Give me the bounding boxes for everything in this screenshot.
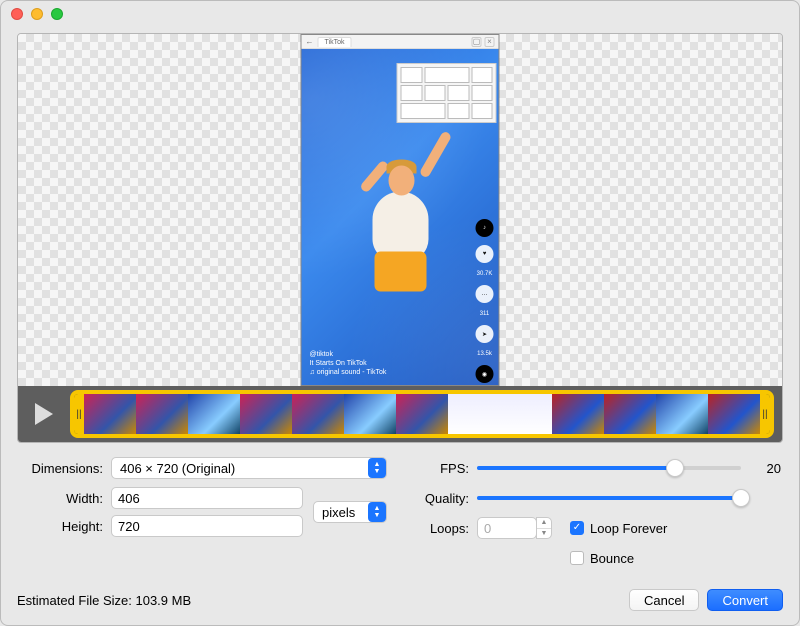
loops-label: Loops:: [413, 521, 477, 536]
loop-forever-checkbox[interactable]: Loop Forever: [570, 521, 667, 536]
fps-slider[interactable]: [477, 457, 741, 479]
comment-icon: …: [476, 285, 494, 303]
loops-field: [477, 517, 537, 539]
preview-video-body: ♪ ♥ 30.7K … 311 ➤ 13.5k ◉ @tiktok It Sta…: [302, 49, 499, 385]
play-button[interactable]: [18, 386, 70, 442]
bounce-label: Bounce: [590, 551, 634, 566]
preview-tab-label: TikTok: [318, 37, 352, 47]
file-size-estimate: Estimated File Size: 103.9 MB: [17, 593, 191, 608]
preview-window-chrome: ← TikTok ▢ ×: [302, 35, 499, 49]
minimize-window-button[interactable]: [31, 8, 43, 20]
timeline-bar: || ||: [18, 386, 782, 442]
close-icon: ×: [485, 37, 495, 47]
comment-count: 311: [480, 311, 490, 317]
fps-value: 20: [741, 461, 781, 476]
heart-icon: ♥: [476, 245, 494, 263]
width-label: Width:: [19, 491, 111, 506]
quality-slider[interactable]: [477, 487, 741, 509]
width-field[interactable]: [111, 487, 303, 509]
dimensions-label: Dimensions:: [19, 461, 111, 476]
dimensions-panel: Dimensions: ▲▼ Width: Height: ▲▼: [19, 457, 387, 577]
thumbnail: [396, 394, 448, 434]
thumbnail: [656, 394, 708, 434]
trim-handle-left[interactable]: ||: [74, 394, 84, 434]
trim-handle-right[interactable]: ||: [760, 394, 770, 434]
video-meta: @tiktok It Starts On TikTok ♫ original s…: [310, 350, 387, 377]
thumbnail: [448, 394, 500, 434]
dimensions-select[interactable]: [111, 457, 387, 479]
cancel-button[interactable]: Cancel: [629, 589, 699, 611]
height-label: Height:: [19, 519, 111, 534]
output-panel: FPS: 20 Quality: Loops: ▲▼ Loop Fore: [413, 457, 781, 577]
timeline-clip[interactable]: || ||: [70, 390, 774, 438]
thumbnail: [188, 394, 240, 434]
height-field[interactable]: [111, 515, 303, 537]
video-subject: [350, 132, 450, 322]
snap-layout-panel: [397, 63, 497, 123]
preview-frame: ← TikTok ▢ × ♪ ♥ 30.7K …: [301, 34, 500, 386]
thumbnail: [500, 394, 552, 434]
bounce-checkbox[interactable]: Bounce: [570, 551, 634, 566]
share-count: 13.5k: [477, 351, 492, 357]
thumbnail: [136, 394, 188, 434]
fps-label: FPS:: [413, 461, 477, 476]
thumbnail: [292, 394, 344, 434]
loop-forever-label: Loop Forever: [590, 521, 667, 536]
footer: Estimated File Size: 103.9 MB Cancel Con…: [1, 585, 799, 623]
quality-label: Quality:: [413, 491, 477, 506]
thumbnail: [552, 394, 604, 434]
thumbnail: [84, 394, 136, 434]
sound-disc-icon: ◉: [476, 365, 494, 383]
thumbnail: [240, 394, 292, 434]
timeline-thumbnails: [84, 394, 760, 434]
chevron-up-down-icon: ▲▼: [368, 458, 386, 478]
zoom-window-button[interactable]: [51, 8, 63, 20]
preview-canvas: ← TikTok ▢ × ♪ ♥ 30.7K …: [17, 33, 783, 443]
snap-layouts-icon: ▢: [472, 37, 482, 47]
share-icon: ➤: [476, 325, 494, 343]
thumbnail: [344, 394, 396, 434]
titlebar: [1, 1, 799, 27]
thumbnail: [708, 394, 760, 434]
close-window-button[interactable]: [11, 8, 23, 20]
convert-button[interactable]: Convert: [707, 589, 783, 611]
chevron-up-down-icon: ▲▼: [368, 502, 386, 522]
like-count: 30.7K: [477, 271, 493, 277]
settings-area: Dimensions: ▲▼ Width: Height: ▲▼: [1, 443, 799, 585]
play-icon: [35, 403, 53, 425]
loops-stepper[interactable]: ▲▼: [536, 517, 552, 539]
tiktok-logo-icon: ♪: [476, 219, 494, 237]
thumbnail: [604, 394, 656, 434]
